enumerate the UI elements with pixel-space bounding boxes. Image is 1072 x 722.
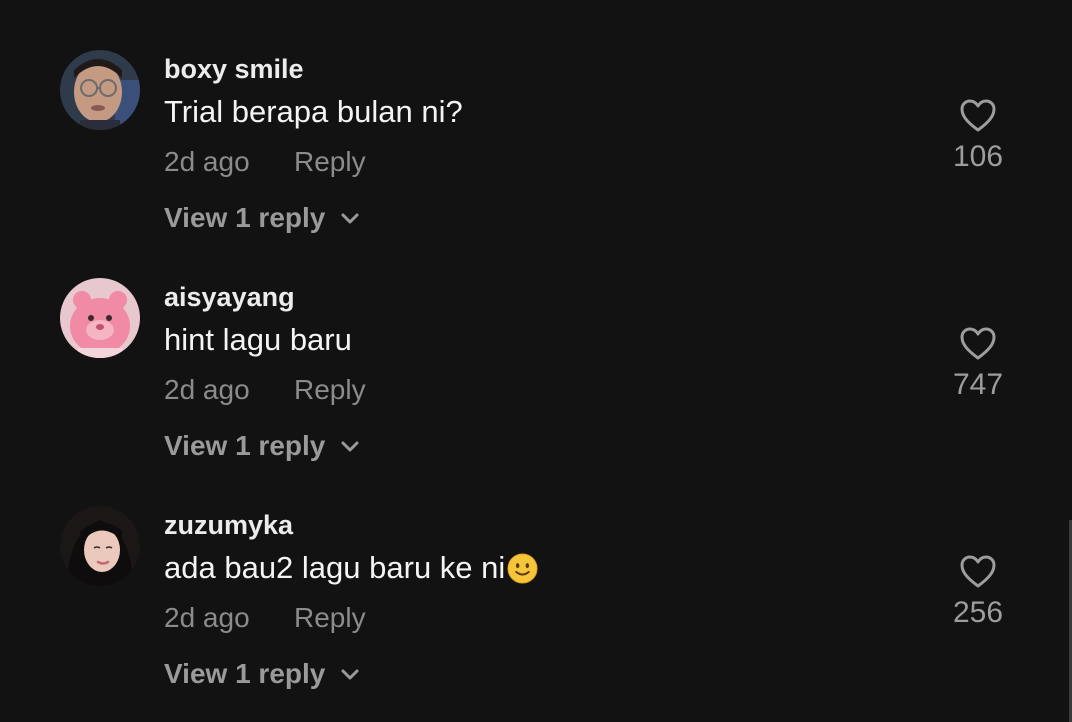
- like-button[interactable]: 256: [938, 554, 1018, 630]
- chevron-down-icon: [341, 441, 359, 452]
- avatar[interactable]: [60, 278, 140, 358]
- like-button[interactable]: 747: [938, 326, 1018, 402]
- avatar-pink-plush-icon: [60, 278, 140, 358]
- username[interactable]: zuzumyka: [164, 510, 293, 541]
- comment-text-content: ada bau2 lagu baru ke ni: [164, 550, 506, 585]
- heart-icon: [960, 99, 996, 132]
- comment-text-content: Trial berapa bulan ni?: [164, 94, 463, 129]
- comment-timestamp: 2d ago: [164, 374, 250, 405]
- heart-icon: [960, 327, 996, 360]
- reply-button[interactable]: Reply: [294, 146, 366, 178]
- like-button[interactable]: 106: [938, 98, 1018, 174]
- comment-text: Trial berapa bulan ni?: [164, 94, 463, 130]
- username[interactable]: aisyayang: [164, 282, 295, 313]
- chevron-down-icon: [341, 213, 359, 224]
- avatar-woman-portrait-icon: [60, 506, 140, 586]
- username[interactable]: boxy smile: [164, 54, 304, 85]
- avatar[interactable]: [60, 50, 140, 130]
- slightly-smiling-face-icon: [507, 552, 538, 584]
- avatar-man-with-glasses-icon: [60, 50, 140, 130]
- comment-timestamp: 2d ago: [164, 602, 250, 633]
- comment-text-content: hint lagu baru: [164, 322, 352, 357]
- comment-item: aisyayang hint lagu baru 2d ago Reply Vi…: [0, 228, 1072, 461]
- comment-list: boxy smile Trial berapa bulan ni? 2d ago…: [0, 0, 1072, 722]
- like-count: 747: [952, 368, 1004, 401]
- like-count: 256: [952, 596, 1004, 629]
- view-replies-button[interactable]: View 1 reply: [164, 658, 361, 690]
- chevron-down-icon: [341, 669, 359, 680]
- reply-button[interactable]: Reply: [294, 602, 366, 634]
- like-count: 106: [952, 140, 1004, 173]
- view-replies-label: View 1 reply: [164, 658, 326, 689]
- avatar[interactable]: [60, 506, 140, 586]
- heart-icon: [960, 555, 996, 588]
- comment-text: ada bau2 lagu baru ke ni: [164, 550, 538, 586]
- comment-item: zuzumyka ada bau2 lagu baru ke ni 2d ago…: [0, 456, 1072, 689]
- comment-item: boxy smile Trial berapa bulan ni? 2d ago…: [0, 0, 1072, 233]
- reply-button[interactable]: Reply: [294, 374, 366, 406]
- comment-text: hint lagu baru: [164, 322, 352, 358]
- comment-timestamp: 2d ago: [164, 146, 250, 177]
